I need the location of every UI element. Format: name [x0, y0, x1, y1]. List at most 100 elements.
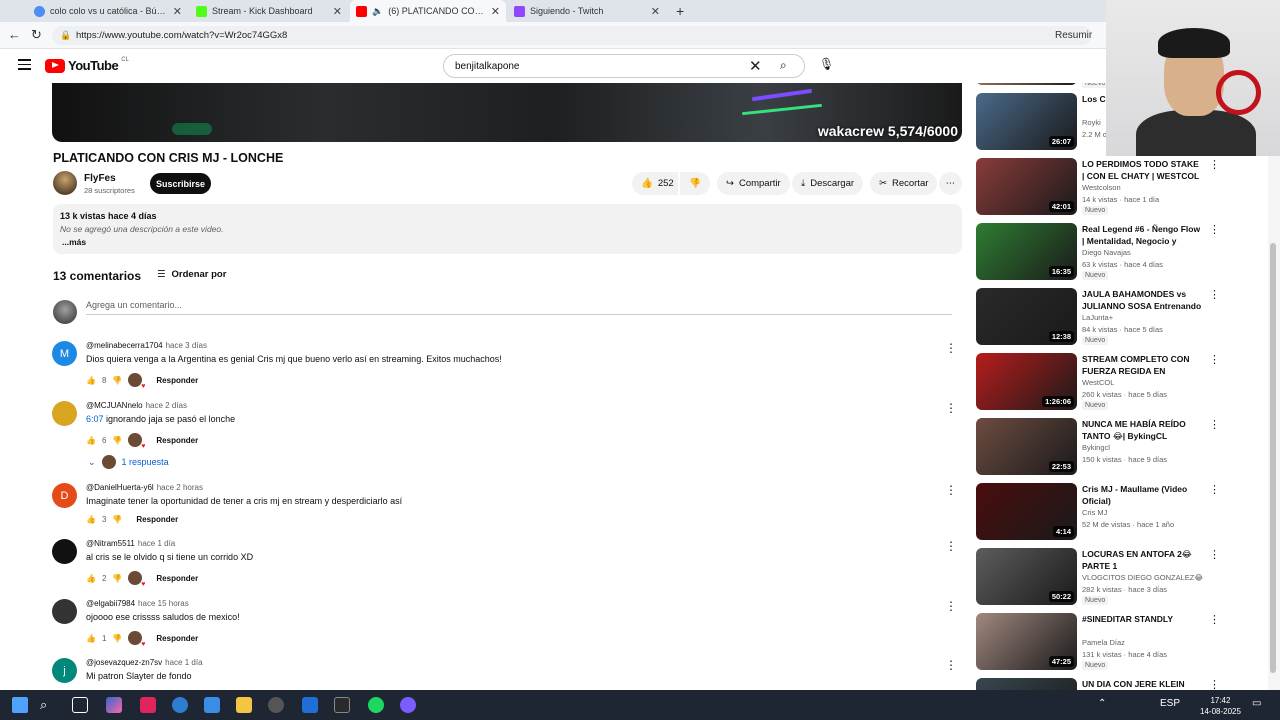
more-vertical-icon[interactable]: ⋮: [1209, 288, 1220, 301]
more-vertical-icon[interactable]: ⋮: [1209, 223, 1220, 236]
more-vertical-icon[interactable]: ⋮: [945, 658, 957, 672]
comment-author[interactable]: @josevazquez-zn7sv: [86, 658, 162, 667]
view-replies-button[interactable]: ⌄ 1 respuesta: [88, 455, 169, 469]
resumir-button[interactable]: Resumir: [1055, 30, 1092, 41]
search-icon[interactable]: ⌕: [40, 697, 56, 713]
recommended-video[interactable]: 42:01 LO PERDIMOS TODO STAKE | CON EL CHA…: [976, 158, 1267, 216]
thumbs-down-icon[interactable]: 👎: [112, 515, 122, 524]
url-field[interactable]: 🔒 https://www.youtube.com/watch?v=Wr2oc7…: [52, 26, 1092, 45]
description-box[interactable]: 13 k vistas hace 4 días No se agregó una…: [53, 204, 962, 254]
video-thumbnail[interactable]: 26:07: [976, 93, 1077, 150]
video-channel[interactable]: VLOGCITOS DIEGO GONZALEZ😂: [1082, 573, 1203, 582]
clear-search-icon[interactable]: ✕: [749, 57, 762, 75]
show-more-link[interactable]: ...más: [62, 237, 955, 247]
search-input[interactable]: benjitalkapone ✕ ⌕: [443, 54, 805, 78]
thumbs-up-icon[interactable]: 👍: [86, 436, 96, 445]
epic-games-icon[interactable]: [334, 697, 350, 713]
back-arrow-icon[interactable]: ←: [8, 27, 21, 42]
more-vertical-icon[interactable]: ⋮: [1209, 418, 1220, 431]
copilot-icon[interactable]: [106, 697, 122, 713]
download-button[interactable]: ⤓ Descargar: [792, 172, 864, 195]
video-title[interactable]: NUNCA ME HABÍA REÍDO TANTO 😂| BykingCL: [1082, 418, 1202, 442]
recommended-video[interactable]: 47:25 #SINEDITAR STANDLY Pamela Díaz 131 k …: [976, 613, 1267, 671]
store-icon[interactable]: [204, 697, 220, 713]
more-vertical-icon[interactable]: ⋮: [1209, 353, 1220, 366]
video-thumbnail[interactable]: 1:26:06: [976, 353, 1077, 410]
video-channel[interactable]: Pamela Díaz: [1082, 638, 1125, 647]
recommended-video[interactable]: UN DIA CON JERE KLEINNorwing Extra⋮: [976, 678, 1267, 690]
comment-author[interactable]: @melinabecerra1704: [86, 341, 163, 350]
app-icon[interactable]: [140, 697, 156, 713]
add-comment-input[interactable]: Agrega un comentario...: [86, 300, 952, 315]
taskbar-clock[interactable]: 17:42 14-08-2025: [1200, 695, 1241, 717]
thumbs-down-icon[interactable]: 👎: [112, 574, 122, 583]
video-channel[interactable]: Diego Navajas: [1082, 248, 1131, 257]
comment-author-avatar[interactable]: D: [52, 483, 77, 508]
video-title[interactable]: JAULA BAHAMONDES vs JULIANNO SOSA Entren…: [1082, 288, 1202, 312]
video-channel[interactable]: WestCOL: [1082, 378, 1114, 387]
video-title[interactable]: Real Legend #6 - Ñengo Flow | Mentalidad…: [1082, 223, 1202, 247]
comment-author-avatar[interactable]: M: [52, 341, 77, 366]
sort-button[interactable]: ☰ Ordenar por: [157, 269, 226, 280]
reply-button[interactable]: Responder: [156, 376, 198, 385]
video-player[interactable]: wakacrew 5,574/6000: [52, 83, 962, 142]
video-channel[interactable]: LaJunta+: [1082, 313, 1113, 322]
page-scrollbar[interactable]: [1268, 83, 1280, 690]
recommended-video[interactable]: 50:22 LOCURAS EN ANTOFA 2😂 PARTE 1 VLOGCIT…: [976, 548, 1267, 606]
reply-button[interactable]: Responder: [156, 634, 198, 643]
comment-time[interactable]: hace 1 día: [138, 539, 175, 548]
dislike-button[interactable]: 👎: [680, 172, 710, 195]
browser-tab-1[interactable]: colo colo vs u católica - Búsqueda ✕: [28, 0, 188, 22]
thumbs-up-icon[interactable]: 👍: [86, 515, 96, 524]
recommended-video[interactable]: 22:53 NUNCA ME HABÍA REÍDO TANTO 😂| Bykin…: [976, 418, 1267, 476]
video-title[interactable]: #SINEDITAR STANDLY: [1082, 613, 1202, 625]
clip-button[interactable]: ✂ Recortar: [870, 172, 938, 195]
thumbs-up-icon[interactable]: 👍: [86, 376, 96, 385]
language-indicator[interactable]: ESP: [1160, 698, 1180, 709]
recommended-video[interactable]: 1:26:06 STREAM COMPLETO CON FUERZA REGIDA…: [976, 353, 1267, 411]
video-channel[interactable]: Cris MJ: [1082, 508, 1107, 517]
reply-button[interactable]: Responder: [156, 436, 198, 445]
browser-tab-2[interactable]: Stream - Kick Dashboard ✕: [190, 0, 348, 22]
close-tab-icon[interactable]: ✕: [173, 5, 182, 18]
like-button[interactable]: 👍 252: [632, 172, 678, 195]
microphone-icon[interactable]: 🎙: [819, 57, 834, 71]
comment-time[interactable]: hace 2 días: [146, 401, 187, 410]
video-thumbnail[interactable]: 22:53: [976, 418, 1077, 475]
browser-tab-4[interactable]: Siguiendo - Twitch ✕: [508, 0, 666, 22]
channel-avatar[interactable]: [53, 171, 77, 195]
comment-time[interactable]: hace 15 horas: [138, 599, 189, 608]
scrollbar-thumb[interactable]: [1270, 243, 1276, 673]
close-tab-icon[interactable]: ✕: [491, 5, 500, 18]
more-vertical-icon[interactable]: ⋮: [945, 401, 957, 415]
windows-start-icon[interactable]: [12, 697, 28, 713]
browser-tab-3[interactable]: 🔈 (6) PLATICANDO CON CRIS M ✕: [350, 0, 506, 22]
reply-button[interactable]: Responder: [136, 515, 178, 524]
tray-chevron-icon[interactable]: ⌃: [1098, 698, 1106, 709]
reload-icon[interactable]: ↻: [31, 27, 42, 43]
close-tab-icon[interactable]: ✕: [333, 5, 342, 18]
discord-icon[interactable]: [400, 697, 416, 713]
comment-author[interactable]: @MCJUANnelo: [86, 401, 143, 410]
file-explorer-icon[interactable]: [236, 697, 252, 713]
notifications-icon[interactable]: ▭: [1252, 698, 1261, 709]
video-thumbnail[interactable]: 42:01: [976, 158, 1077, 215]
video-channel[interactable]: Bykingcl: [1082, 443, 1110, 452]
video-title[interactable]: LOCURAS EN ANTOFA 2😂 PARTE 1: [1082, 548, 1202, 572]
more-vertical-icon[interactable]: ⋮: [1209, 483, 1220, 496]
youtube-logo[interactable]: YouTube CL: [45, 57, 129, 73]
comment-time[interactable]: hace 3 días: [166, 341, 207, 350]
more-actions-button[interactable]: ⋯: [939, 172, 962, 195]
speaker-icon[interactable]: 🔈: [372, 6, 383, 17]
thumbs-down-icon[interactable]: 👎: [112, 634, 122, 643]
video-title[interactable]: UN DIA CON JERE KLEIN: [1082, 678, 1202, 690]
comment-author[interactable]: @Nitram5511: [86, 539, 135, 548]
recommended-video[interactable]: 4:14 Cris MJ - Maullame (Video Oficial) Cr…: [976, 483, 1267, 541]
task-view-icon[interactable]: [72, 697, 88, 713]
more-vertical-icon[interactable]: ⋮: [1209, 158, 1220, 171]
more-vertical-icon[interactable]: ⋮: [1209, 548, 1220, 561]
comment-author-avatar[interactable]: [52, 599, 77, 624]
thumbs-down-icon[interactable]: 👎: [112, 376, 122, 385]
thumbs-up-icon[interactable]: 👍: [86, 634, 96, 643]
comment-author-avatar[interactable]: j: [52, 658, 77, 683]
